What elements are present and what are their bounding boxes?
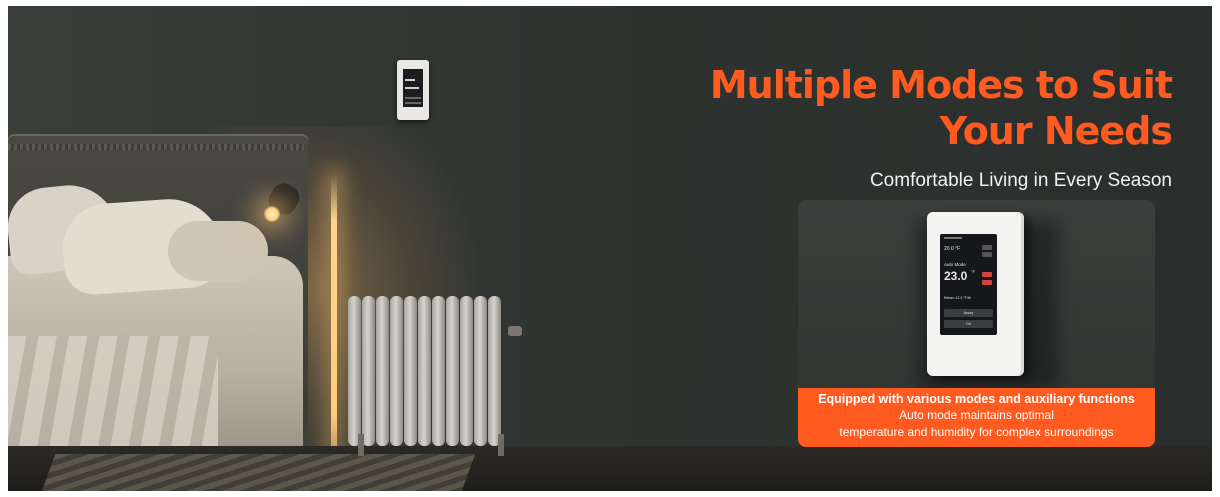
wall-thermostat (397, 60, 429, 120)
subheading: Comfortable Living in Every Season (869, 170, 1172, 191)
radiator-fin (390, 296, 403, 446)
headboard-trim (8, 144, 304, 150)
screen-temp-large: 23.0 (944, 269, 968, 283)
fan-icon (982, 245, 992, 250)
screen-return-text: Return 12.0 °F/Hr (944, 296, 972, 300)
caption-line: temperature and humidity for complex sur… (839, 425, 1114, 439)
screen-temp-unit: °F (971, 269, 976, 274)
radiator-fin (404, 296, 417, 446)
radiator-leg (358, 434, 364, 456)
radiator-fin (362, 296, 375, 446)
status-bar (944, 237, 962, 239)
radiator-fin (432, 296, 445, 446)
screen-line (405, 87, 419, 89)
headline: Multiple Modes to Suit Your Needs (652, 62, 1173, 154)
thermostat-device: 20.0 °F Auto Mode 23.0 °F Return 12.0 °F… (927, 212, 1024, 376)
screen-line (405, 102, 421, 104)
screen-line (405, 79, 415, 81)
thermostat-screen: 20.0 °F Auto Mode 23.0 °F Return 12.0 °F… (940, 234, 997, 335)
pillow (168, 221, 268, 281)
radiator-fin (460, 296, 473, 446)
screen-mode-label: Auto Mode (944, 262, 966, 267)
wall-thermostat-screen (403, 69, 423, 107)
caption-title: Equipped with various modes and auxiliar… (818, 392, 1135, 406)
rug (40, 454, 476, 491)
radiator-valve (508, 326, 522, 336)
on-button: On (944, 320, 993, 328)
headline-line2: Your Needs (939, 109, 1173, 153)
radiator-fin (348, 296, 361, 446)
led-light-strip (331, 176, 337, 476)
up-arrow-icon (982, 272, 992, 277)
radiator-fin (418, 296, 431, 446)
radiator (348, 296, 523, 456)
card-caption: Equipped with various modes and auxiliar… (798, 388, 1155, 447)
caption-line: Auto mode maintains optimal (899, 408, 1054, 422)
radiator-fin (376, 296, 389, 446)
radiator-fin (446, 296, 459, 446)
radiator-fin (474, 296, 487, 446)
lamp-bulb-icon (264, 206, 280, 222)
heat-icon (982, 252, 992, 257)
product-card: 20.0 °F Auto Mode 23.0 °F Return 12.0 °F… (798, 200, 1155, 447)
radiator-fin (488, 296, 501, 446)
down-arrow-icon (982, 280, 992, 285)
screen-line (405, 97, 421, 99)
headline-line1: Multiple Modes to Suit (709, 63, 1173, 107)
radiator-leg (498, 434, 504, 456)
screen-temp-small: 20.0 °F (944, 246, 961, 252)
away-button: Away (944, 309, 993, 317)
